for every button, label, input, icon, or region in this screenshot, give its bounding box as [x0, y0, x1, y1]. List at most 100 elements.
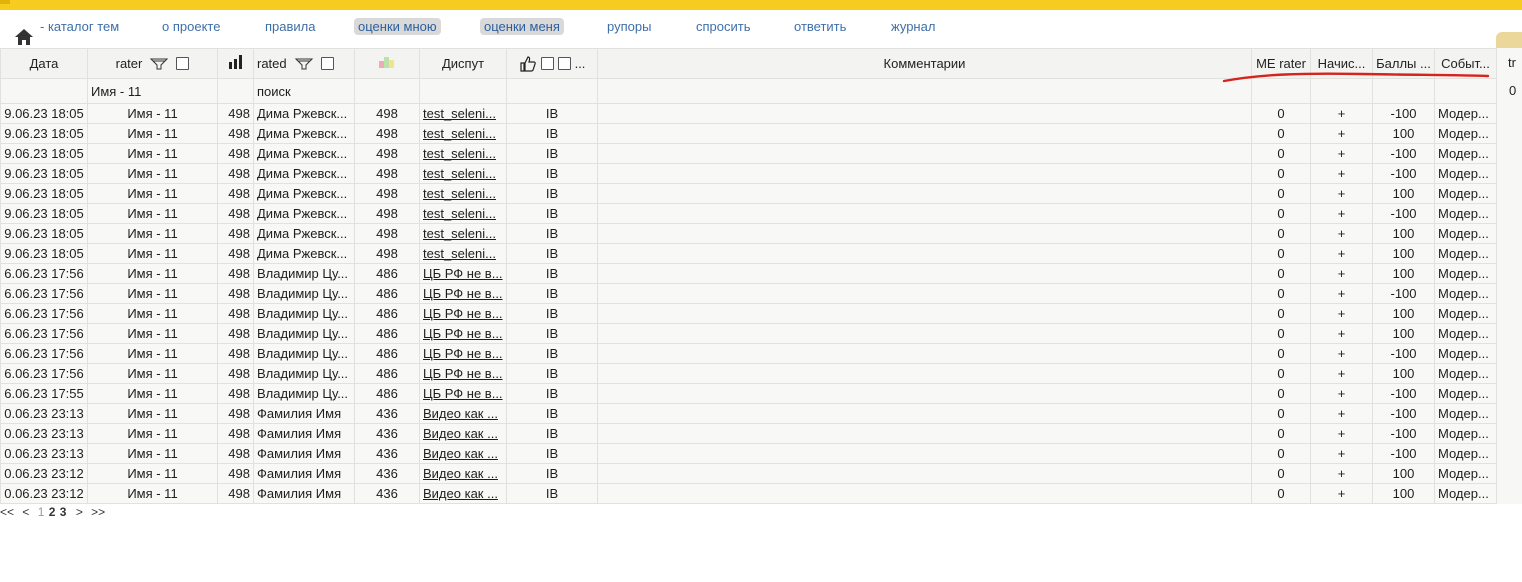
table-row[interactable]: 6.06.23 17:56 Имя - 11 498 Владимир Цу... 48… [0, 303, 1497, 324]
cell-me-rater: 0 [1251, 203, 1311, 224]
col-rater-header[interactable]: rater [87, 48, 218, 79]
cell-dispute-link[interactable]: test_seleni... [419, 223, 507, 244]
cell-rated: Фамилия Имя [253, 483, 355, 504]
table-row[interactable]: 0.06.23 23:12 Имя - 11 498 Фамилия Имя 436 Ви… [0, 483, 1497, 504]
filter-funnel-icon[interactable] [294, 58, 313, 70]
table-row[interactable]: 6.06.23 17:56 Имя - 11 498 Владимир Цу... 48… [0, 363, 1497, 384]
cell-rater: Имя - 11 [87, 283, 218, 304]
table-row[interactable]: 6.06.23 17:56 Имя - 11 498 Владимир Цу... 48… [0, 323, 1497, 344]
filter-dispute[interactable] [419, 78, 507, 104]
col-tr-header[interactable]: tr [1508, 55, 1516, 70]
home-icon[interactable] [14, 28, 34, 46]
cell-me-rater: 0 [1251, 323, 1311, 344]
table-row[interactable]: 9.06.23 18:05 Имя - 11 498 Дима Ржевск... 49… [0, 143, 1497, 164]
cell-dispute-link[interactable]: ЦБ РФ не в... [419, 303, 507, 324]
table-row[interactable]: 0.06.23 23:13 Имя - 11 498 Фамилия Имя 436 Ви… [0, 423, 1497, 444]
cell-date: 9.06.23 18:05 [0, 143, 88, 164]
nav-about[interactable]: о проекте [162, 19, 220, 34]
cell-nachis: + [1310, 303, 1373, 324]
cell-rater: Имя - 11 [87, 463, 218, 484]
table-row[interactable]: 6.06.23 17:56 Имя - 11 498 Владимир Цу... 48… [0, 283, 1497, 304]
table-row[interactable]: 6.06.23 17:56 Имя - 11 498 Владимир Цу... 48… [0, 263, 1497, 284]
filter-rater-score[interactable] [217, 78, 254, 104]
cell-dispute-link[interactable]: Видео как ... [419, 403, 507, 424]
nav-rules[interactable]: правила [265, 19, 315, 34]
cell-bally: 100 [1372, 243, 1435, 264]
filter-funnel-icon[interactable] [150, 58, 169, 70]
page-first[interactable]: << [0, 505, 14, 519]
filter-ib[interactable] [506, 78, 598, 104]
table-row[interactable]: 9.06.23 18:05 Имя - 11 498 Дима Ржевск... 49… [0, 223, 1497, 244]
table-row[interactable]: 6.06.23 17:56 Имя - 11 498 Владимир Цу... 48… [0, 343, 1497, 364]
filter-rater[interactable]: Имя - 11 [87, 78, 218, 104]
cell-rater-score: 498 [217, 103, 254, 124]
nav-rated-by-me[interactable]: оценки мною [354, 18, 441, 35]
col-date-header[interactable]: Дата [0, 48, 88, 79]
filter-rated-score[interactable] [354, 78, 420, 104]
cell-dispute-link[interactable]: Видео как ... [419, 463, 507, 484]
cell-dispute-link[interactable]: Видео как ... [419, 483, 507, 504]
filter-date[interactable] [0, 78, 88, 104]
nav-catalog[interactable]: - каталог тем [40, 19, 119, 34]
col-rated-score-header[interactable] [354, 48, 420, 79]
page-3[interactable]: 3 [60, 505, 67, 519]
ib-checkbox-1[interactable] [540, 57, 554, 70]
cell-ib: IB [506, 183, 598, 204]
cell-dispute-link[interactable]: test_seleni... [419, 143, 507, 164]
cell-rated-score: 498 [354, 183, 420, 204]
cell-date: 6.06.23 17:55 [0, 383, 88, 404]
cell-rated: Владимир Цу... [253, 283, 355, 304]
table-row[interactable]: 0.06.23 23:12 Имя - 11 498 Фамилия Имя 436 Ви… [0, 463, 1497, 484]
table-row[interactable]: 9.06.23 18:05 Имя - 11 498 Дима Ржевск... 49… [0, 123, 1497, 144]
cell-dispute-link[interactable]: Видео как ... [419, 423, 507, 444]
nav-journal[interactable]: журнал [891, 19, 935, 34]
nav-answer[interactable]: ответить [794, 19, 846, 34]
cell-dispute-link[interactable]: ЦБ РФ не в... [419, 263, 507, 284]
cell-dispute-link[interactable]: test_seleni... [419, 243, 507, 264]
filter-comments[interactable] [597, 78, 1252, 104]
cell-sobyt: Модер... [1434, 483, 1497, 504]
page-prev[interactable]: < [22, 505, 29, 519]
cell-dispute-link[interactable]: ЦБ РФ не в... [419, 343, 507, 364]
cell-dispute-link[interactable]: Видео как ... [419, 443, 507, 464]
nav-ask[interactable]: спросить [696, 19, 751, 34]
cell-dispute-link[interactable]: test_seleni... [419, 183, 507, 204]
filter-rated-search[interactable]: поиск [253, 78, 355, 104]
col-ib-header[interactable]: ... [506, 48, 598, 79]
table-row[interactable]: 6.06.23 17:55 Имя - 11 498 Владимир Цу... 48… [0, 383, 1497, 404]
cell-me-rater: 0 [1251, 123, 1311, 144]
rated-checkbox[interactable] [320, 57, 334, 70]
page-last[interactable]: >> [91, 505, 105, 519]
cell-ib: IB [506, 263, 598, 284]
cell-comment [597, 103, 1252, 124]
cell-dispute-link[interactable]: ЦБ РФ не в... [419, 363, 507, 384]
table-row[interactable]: 0.06.23 23:13 Имя - 11 498 Фамилия Имя 436 Ви… [0, 443, 1497, 464]
table-row[interactable]: 9.06.23 18:05 Имя - 11 498 Дима Ржевск... 49… [0, 183, 1497, 204]
cell-sobyt: Модер... [1434, 103, 1497, 124]
cell-dispute-link[interactable]: ЦБ РФ не в... [419, 283, 507, 304]
nav-speakers[interactable]: рупоры [607, 19, 651, 34]
table-row[interactable]: 9.06.23 18:05 Имя - 11 498 Дима Ржевск... 49… [0, 103, 1497, 124]
ib-checkbox-2[interactable] [557, 57, 571, 70]
col-rater-score-header[interactable] [217, 48, 254, 79]
cell-dispute-link[interactable]: test_seleni... [419, 123, 507, 144]
col-rated-header[interactable]: rated [253, 48, 355, 79]
cell-nachis: + [1310, 163, 1373, 184]
col-comments-header[interactable]: Комментарии [597, 48, 1252, 79]
table-row[interactable]: 9.06.23 18:05 Имя - 11 498 Дима Ржевск... 49… [0, 163, 1497, 184]
cell-dispute-link[interactable]: ЦБ РФ не в... [419, 383, 507, 404]
more-columns[interactable]: ... [575, 56, 586, 71]
table-row[interactable]: 9.06.23 18:05 Имя - 11 498 Дима Ржевск... 49… [0, 243, 1497, 264]
page-2[interactable]: 2 [49, 505, 56, 519]
nav-rated-me[interactable]: оценки меня [480, 18, 564, 35]
table-row[interactable]: 9.06.23 18:05 Имя - 11 498 Дима Ржевск... 49… [0, 203, 1497, 224]
rater-checkbox[interactable] [176, 57, 190, 70]
cell-dispute-link[interactable]: test_seleni... [419, 203, 507, 224]
cell-dispute-link[interactable]: test_seleni... [419, 103, 507, 124]
cell-dispute-link[interactable]: ЦБ РФ не в... [419, 323, 507, 344]
table-row[interactable]: 0.06.23 23:13 Имя - 11 498 Фамилия Имя 436 Ви… [0, 403, 1497, 424]
cell-dispute-link[interactable]: test_seleni... [419, 163, 507, 184]
col-dispute-header[interactable]: Диспут [419, 48, 507, 79]
page-next[interactable]: > [76, 505, 83, 519]
page-1[interactable]: 1 [38, 505, 45, 519]
